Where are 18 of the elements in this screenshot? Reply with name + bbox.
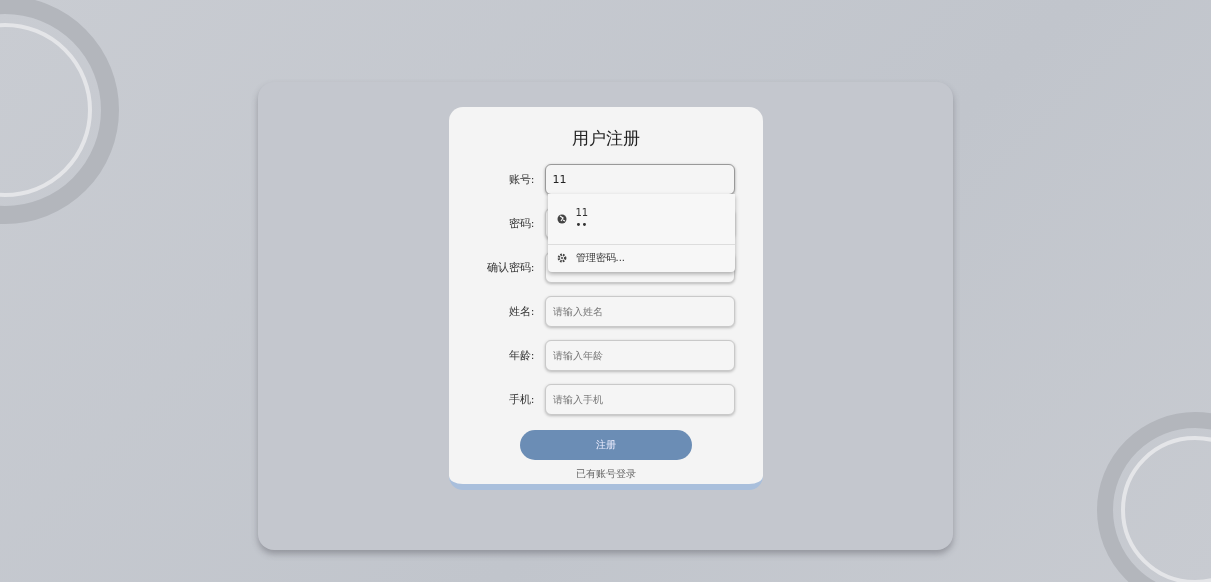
input-field[interactable]: 11 [544, 164, 735, 195]
form-title: 用户注册 [571, 127, 640, 150]
field-label: 密码: [507, 216, 535, 231]
input-field[interactable]: 请输入姓名 [544, 296, 735, 327]
input-field[interactable]: 请输入手机 [544, 384, 735, 415]
field-label: 手机: [507, 392, 535, 407]
field-label: 账号: [507, 172, 535, 187]
login-link[interactable]: 已有账号登录 [575, 467, 636, 481]
input-field[interactable]: 请输入年龄 [544, 340, 735, 371]
globe-icon [556, 214, 567, 224]
settings-icon [556, 253, 567, 263]
field-label: 年龄: [507, 348, 535, 363]
field-label: 确认密码: [485, 260, 535, 275]
autofill-suggestion[interactable]: 11 •• [547, 194, 735, 245]
manage-passwords-item[interactable]: 管理密码... [547, 245, 735, 271]
suggestion-username: 11 [575, 207, 589, 219]
field-label: 姓名: [507, 304, 535, 319]
suggestion-password: •• [575, 219, 589, 231]
